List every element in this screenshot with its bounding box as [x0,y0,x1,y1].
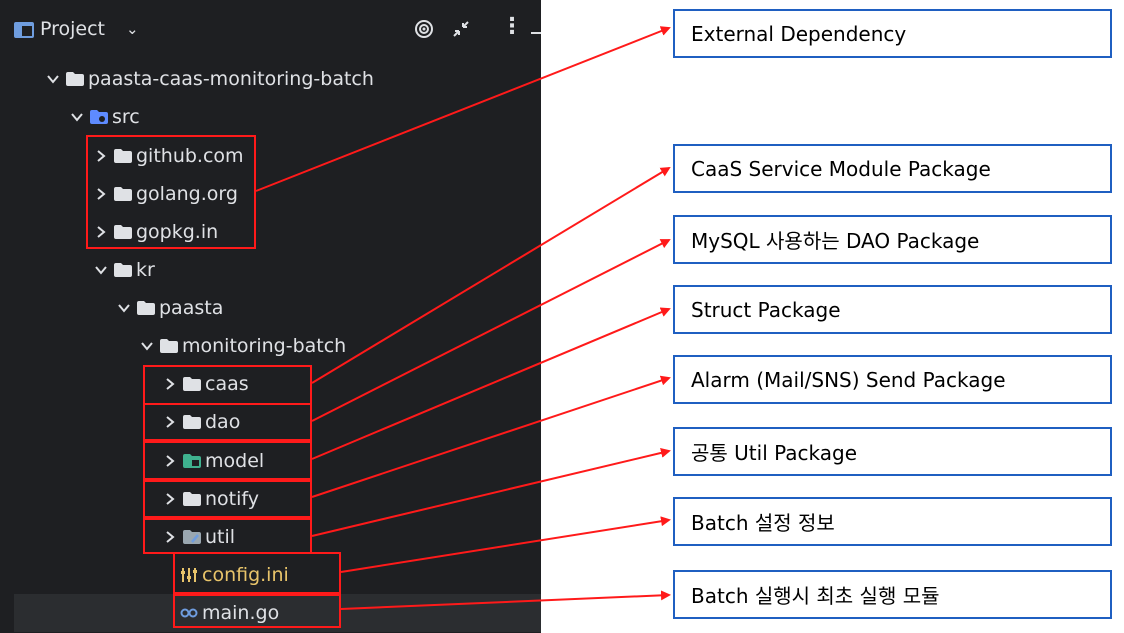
tree-item-kr[interactable]: kr [94,251,155,289]
tree-item-paasta[interactable]: paasta [117,289,223,327]
collapse-icon[interactable] [451,19,471,39]
tree-item-main[interactable]: main.go [14,594,541,632]
annotation-alarm: Alarm (Mail/SNS) Send Package [673,355,1112,404]
chevron-down-icon[interactable] [140,339,154,353]
tree-item-caas[interactable]: caas [163,365,249,403]
annotation-label: External Dependency [691,21,907,46]
project-title[interactable]: Project [40,18,105,40]
tree-item-root[interactable]: paasta-caas-monitoring-batch [46,60,374,98]
chevron-right-icon[interactable] [94,187,108,201]
tree-item-dao[interactable]: dao [163,403,240,441]
chevron-down-icon[interactable] [94,263,108,277]
chevron-down-icon[interactable]: ⌄ [126,20,139,38]
folder-icon [114,187,132,201]
annotation-struct: Struct Package [673,285,1112,334]
folder-icon [114,149,132,163]
annotation-label: Struct Package [691,297,841,322]
tree-item-label: github.com [136,145,244,167]
tree-item-label: paasta [159,297,224,319]
tree-item-label: paasta-caas-monitoring-batch [88,68,374,90]
go-file-icon [180,606,198,620]
tree-item-github[interactable]: github.com [94,137,244,175]
annotation-dao: MySQL 사용하는 DAO Package [673,215,1112,264]
chevron-right-icon[interactable] [163,454,177,468]
tree-item-label: notify [205,488,259,510]
tree-item-monitoring-batch[interactable]: monitoring-batch [140,327,346,365]
annotation-util: 공통 Util Package [673,427,1112,476]
tree-item-src[interactable]: src [70,98,140,136]
project-panel: Project ⌄ ⋮ paasta-caas-monitoring-batch… [0,0,541,633]
folder-icon [183,492,201,506]
chevron-right-icon[interactable] [94,149,108,163]
tree-item-label: config.ini [202,564,289,586]
folder-icon [114,263,132,277]
tree-item-notify[interactable]: notify [163,480,259,518]
annotation-config: Batch 설정 정보 [673,497,1112,546]
panel-icon[interactable] [14,22,34,38]
tree-item-label: caas [205,373,249,395]
chevron-down-icon[interactable] [70,110,84,124]
more-icon[interactable]: ⋮ [501,14,523,39]
tree-item-model[interactable]: model [163,442,264,480]
annotation-label: Batch 설정 정보 [691,511,835,535]
chevron-down-icon[interactable] [117,301,131,315]
chevron-right-icon[interactable] [163,415,177,429]
folder-icon [114,225,132,239]
target-icon[interactable] [414,19,434,39]
annotation-main: Batch 실행시 최초 실행 모듈 [673,570,1112,619]
tree-item-label: src [112,106,140,128]
folder-icon [137,301,155,315]
folder-icon [160,339,178,353]
source-folder-icon [90,110,108,124]
annotation-label: Batch 실행시 최초 실행 모듈 [691,584,940,608]
tree-item-label: model [205,450,265,472]
tree-item-label: util [205,526,236,548]
annotation-label: 공통 Util Package [691,441,858,465]
annotation-label: CaaS Service Module Package [691,156,991,181]
folder-icon [66,72,84,86]
model-folder-icon [183,454,201,468]
tree-item-label: gopkg.in [136,221,219,243]
chevron-right-icon[interactable] [163,530,177,544]
tree-item-label: dao [205,411,241,433]
annotation-label: Alarm (Mail/SNS) Send Package [691,367,1006,392]
project-panel-header: Project ⌄ ⋮ [0,0,541,58]
tree-item-gopkg[interactable]: gopkg.in [94,213,218,251]
minimize-icon[interactable] [531,32,541,34]
tree-item-label: kr [136,259,155,281]
tree-item-label: monitoring-batch [182,335,347,357]
tree-item-label: golang.org [136,183,238,205]
util-folder-icon [183,530,201,544]
chevron-down-icon[interactable] [46,72,60,86]
tree-item-golang[interactable]: golang.org [94,175,238,213]
chevron-right-icon[interactable] [163,492,177,506]
annotation-caas-service: CaaS Service Module Package [673,144,1112,193]
settings-file-icon [180,568,198,582]
folder-icon [183,415,201,429]
chevron-right-icon[interactable] [94,225,108,239]
tree-item-config[interactable]: config.ini [180,556,289,594]
chevron-right-icon[interactable] [163,377,177,391]
tree-item-util[interactable]: util [163,518,235,556]
annotation-label: MySQL 사용하는 DAO Package [691,229,980,253]
tree-item-label: main.go [202,602,280,624]
folder-icon [183,377,201,391]
annotation-external-dependency: External Dependency [673,9,1112,58]
